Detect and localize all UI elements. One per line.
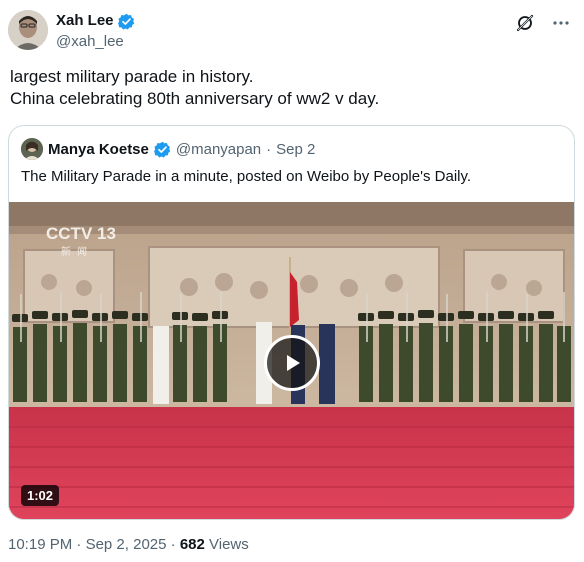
more-icon[interactable] (550, 12, 572, 34)
tweet-date[interactable]: Sep 2, 2025 (86, 536, 167, 553)
grok-icon[interactable] (514, 12, 536, 34)
video-player[interactable]: CCTV 13 新闻 1:02 (9, 202, 574, 519)
quoted-tweet-header: Manya Koetse @manyapan · Sep 2 (21, 138, 315, 160)
views-count: 682 (179, 536, 205, 553)
video-duration: 1:02 (21, 485, 60, 506)
channel-number: 13 (97, 224, 116, 243)
author-handle[interactable]: @xah_lee (56, 32, 135, 52)
author-block: Xah Lee @xah_lee (56, 12, 135, 52)
author-name-row[interactable]: Xah Lee (56, 12, 135, 30)
quoted-tweet[interactable]: Manya Koetse @manyapan · Sep 2 The Milit… (8, 125, 575, 520)
views-label: Views (209, 536, 249, 553)
quoted-author-handle: @manyapan (175, 140, 262, 158)
verified-badge-icon (117, 13, 134, 29)
channel-logo-text: CCTV (46, 224, 93, 243)
play-icon (287, 355, 300, 371)
tweet-metadata: 10:19 PM · Sep 2, 2025 · 682 Views (8, 536, 249, 553)
separator-dot: · (170, 536, 176, 553)
tweet-text-line: China celebrating 80th anniversary of ww… (10, 89, 380, 108)
separator-dot: · (76, 536, 82, 553)
verified-badge-icon (153, 141, 171, 157)
channel-logo: CCTV 13 (46, 224, 116, 244)
author-name[interactable]: Xah Lee (56, 12, 114, 30)
channel-logo-sub: 新闻 (61, 247, 93, 258)
author-avatar[interactable] (8, 10, 48, 50)
quoted-tweet-text: The Military Parade in a minute, posted … (21, 168, 472, 185)
quoted-author-name[interactable]: Manya Koetse (48, 141, 149, 158)
play-button[interactable] (264, 335, 320, 391)
tweet-text-line: largest military parade in history. (10, 67, 254, 86)
tweet-text: largest military parade in history. Chin… (10, 66, 570, 110)
tweet-actions (514, 12, 572, 34)
tweet-time[interactable]: 10:19 PM (8, 536, 72, 553)
quoted-tweet-date[interactable]: Sep 2 (276, 141, 315, 158)
quoted-author-avatar[interactable] (21, 138, 43, 160)
separator-dot: · (266, 140, 272, 158)
